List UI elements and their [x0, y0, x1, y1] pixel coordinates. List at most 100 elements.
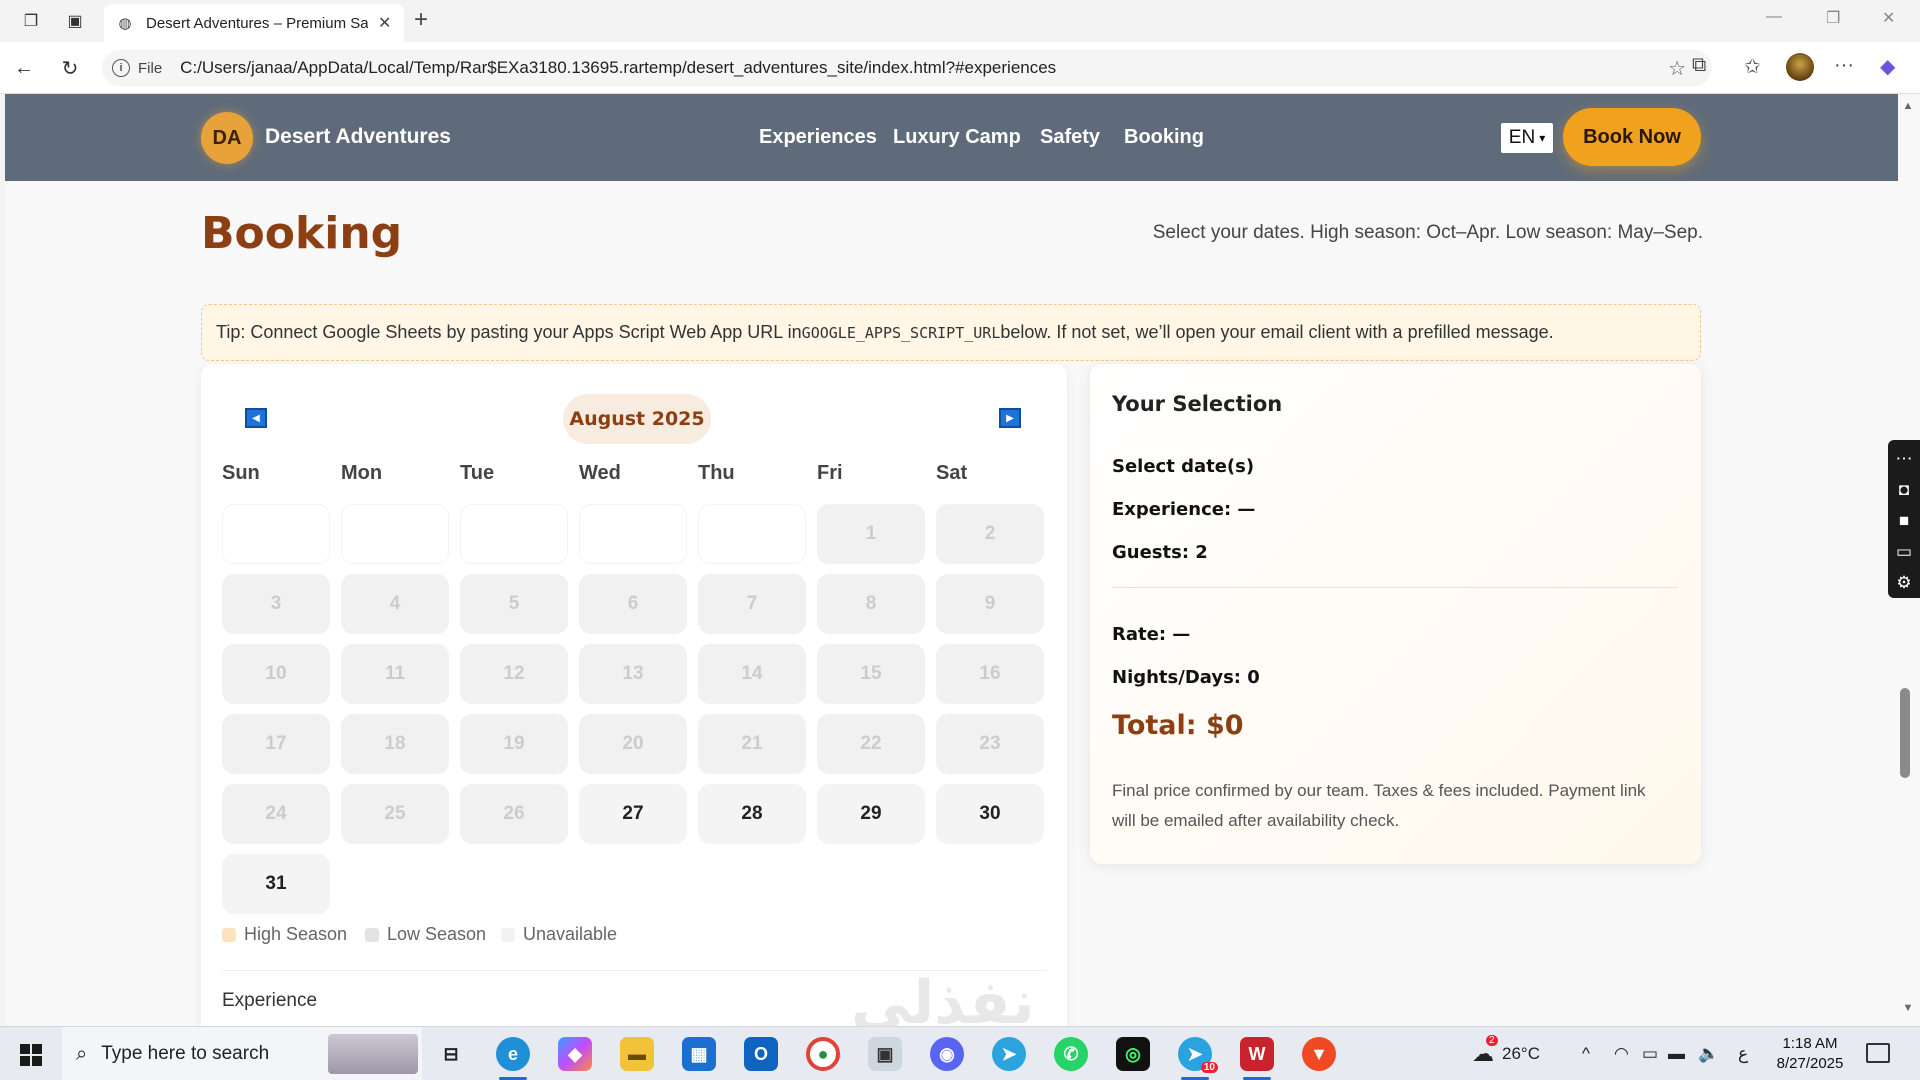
weekday-header: Thu — [698, 462, 735, 484]
nav-luxury-camp[interactable]: Luxury Camp — [893, 126, 1021, 149]
calendar-day-6: 6 — [579, 574, 687, 634]
meet-now-icon[interactable]: ▭ — [1642, 1027, 1658, 1080]
camera-icon[interactable]: ◘ — [1899, 475, 1909, 506]
calendar-day-30[interactable]: 30 — [936, 784, 1044, 844]
favorite-star-icon[interactable]: ☆ — [1668, 56, 1686, 81]
windows-taskbar: ⌕ Type here to search ⊟ e ◆ ▬ ▦ O ● ▣ ◉ … — [0, 1026, 1920, 1080]
more-tools-icon[interactable]: ⋯ — [1896, 444, 1913, 475]
copilot-app-icon[interactable]: ◆ — [558, 1037, 592, 1071]
calendar-empty-cell — [341, 504, 449, 564]
close-window-icon[interactable]: ✕ — [1882, 8, 1895, 28]
terminal-app-icon[interactable]: ◎ — [1116, 1037, 1150, 1071]
photos-icon[interactable]: ▣ — [868, 1037, 902, 1071]
input-language[interactable]: ع — [1738, 1027, 1748, 1080]
weather-widget[interactable]: ☁ 26°C 2 — [1472, 1027, 1540, 1080]
month-label: August 2025 — [563, 394, 711, 444]
book-now-button[interactable]: Book Now — [1563, 108, 1701, 166]
calendar-day-24: 24 — [222, 784, 330, 844]
restore-icon[interactable]: ❐ — [1826, 8, 1840, 28]
store-icon[interactable]: ▦ — [682, 1037, 716, 1071]
scroll-up-icon[interactable]: ▲ — [1898, 100, 1918, 112]
notification-center-icon[interactable] — [1866, 1043, 1890, 1063]
edge-icon[interactable]: e — [496, 1037, 530, 1071]
copilot-icon[interactable]: ◆ — [1880, 54, 1895, 79]
vertical-tabs-icon[interactable]: ▣ — [62, 8, 88, 34]
whatsapp-icon[interactable]: ✆ — [1054, 1037, 1088, 1071]
selection-summary-card: Your Selection Select date(s) Experience… — [1090, 364, 1701, 864]
nav-experiences[interactable]: Experiences — [759, 126, 877, 149]
total-price: Total: $0 — [1112, 710, 1244, 741]
favorites-icon[interactable]: ✩ — [1744, 54, 1761, 79]
show-hidden-icons[interactable]: ^ — [1582, 1027, 1590, 1080]
profile-avatar[interactable] — [1786, 53, 1814, 81]
selected-nights: Nights/Days: 0 — [1112, 667, 1260, 688]
calendar-day-11: 11 — [341, 644, 449, 704]
next-month-button[interactable]: ▶ — [999, 408, 1021, 428]
calendar-day-12: 12 — [460, 644, 568, 704]
outlook-icon[interactable]: O — [744, 1037, 778, 1071]
close-tab-icon[interactable]: ✕ — [378, 13, 391, 33]
legend-label: Low Season — [387, 924, 487, 944]
logo-text[interactable]: Desert Adventures — [265, 125, 451, 149]
weekday-header: Sat — [936, 462, 968, 484]
url-scheme-label: File — [138, 59, 163, 77]
reload-icon[interactable]: ↻ — [56, 54, 84, 82]
calendar-day-27[interactable]: 27 — [579, 784, 687, 844]
nav-safety[interactable]: Safety — [1040, 126, 1100, 149]
calendar-card: ◀ August 2025 ▶ 1 2 3 4 5 6 7 8 9 10 11 12 13 14 15 16 1… — [201, 364, 1067, 1026]
browser-tab-active[interactable]: ◍ Desert Adventures – Premium Saf ✕ — [104, 4, 404, 42]
brave-icon[interactable]: ▼ — [1302, 1037, 1336, 1071]
nav-booking[interactable]: Booking — [1124, 126, 1204, 149]
video-icon[interactable]: ■ — [1899, 506, 1909, 537]
pdf-app-icon[interactable]: W — [1240, 1037, 1274, 1071]
workspaces-icon[interactable]: ❐ — [18, 8, 44, 34]
new-tab-icon[interactable]: + — [414, 6, 428, 34]
experience-field-label: Experience — [222, 990, 318, 1011]
gear-icon[interactable]: ⚙ — [1896, 567, 1911, 598]
battery-icon[interactable]: ▬ — [1668, 1027, 1685, 1080]
file-explorer-icon[interactable]: ▬ — [620, 1037, 654, 1071]
address-input[interactable]: i File C:/Users/janaa/AppData/Local/Temp… — [102, 50, 1712, 86]
volume-icon[interactable]: 🔈 — [1698, 1027, 1719, 1080]
telegram-desktop-icon[interactable]: ➤ — [992, 1037, 1026, 1071]
logo-badge[interactable]: DA — [201, 112, 253, 164]
system-clock[interactable]: 1:18 AM 8/27/2025 — [1760, 1034, 1860, 1074]
calendar-day-28[interactable]: 28 — [698, 784, 806, 844]
minimize-icon[interactable]: — — [1766, 8, 1782, 26]
weather-temp: 26°C — [1502, 1044, 1540, 1063]
language-value: EN — [1508, 127, 1536, 148]
start-button[interactable] — [20, 1044, 42, 1066]
calendar-day-14: 14 — [698, 644, 806, 704]
discord-icon[interactable]: ◉ — [930, 1037, 964, 1071]
tip-text-before: Tip: Connect Google Sheets by pasting yo… — [216, 322, 802, 342]
window-capture-icon[interactable]: ▭ — [1896, 536, 1912, 567]
more-menu-icon[interactable]: ··· — [1834, 54, 1854, 77]
calendar-empty-cell — [460, 504, 568, 564]
selection-title: Your Selection — [1112, 392, 1283, 416]
legend-label: Unavailable — [523, 924, 618, 944]
task-view-icon[interactable]: ⊟ — [434, 1037, 468, 1071]
calendar-day-29[interactable]: 29 — [817, 784, 925, 844]
site-header: DA Desert Adventures Experiences Luxury … — [5, 94, 1898, 181]
calendar-day-21: 21 — [698, 714, 806, 774]
telegram-icon[interactable]: ➤ 10 — [1178, 1037, 1218, 1073]
calendar-day-9: 9 — [936, 574, 1044, 634]
back-icon[interactable]: ← — [10, 54, 38, 82]
tip-text-after: below. If not set, we’ll open your email… — [1000, 322, 1554, 342]
calendar-day-15: 15 — [817, 644, 925, 704]
prev-month-button[interactable]: ◀ — [245, 408, 267, 428]
calendar-day-7: 7 — [698, 574, 806, 634]
search-placeholder: Type here to search — [101, 1043, 270, 1064]
calendar-day-5: 5 — [460, 574, 568, 634]
scroll-thumb[interactable] — [1900, 688, 1910, 778]
scroll-down-icon[interactable]: ▼ — [1898, 1002, 1918, 1014]
site-info-icon[interactable]: i — [112, 59, 130, 77]
calendar-day-31[interactable]: 31 — [222, 854, 330, 914]
network-icon[interactable]: ◠ — [1614, 1027, 1629, 1080]
extensions-icon[interactable]: ⧉ — [1692, 54, 1706, 77]
chrome-icon[interactable]: ● — [806, 1037, 840, 1071]
weekday-header: Wed — [579, 462, 621, 484]
language-select[interactable]: EN ▾ — [1501, 123, 1553, 153]
calendar-day-17: 17 — [222, 714, 330, 774]
sheets-tip: Tip: Connect Google Sheets by pasting yo… — [201, 304, 1701, 361]
